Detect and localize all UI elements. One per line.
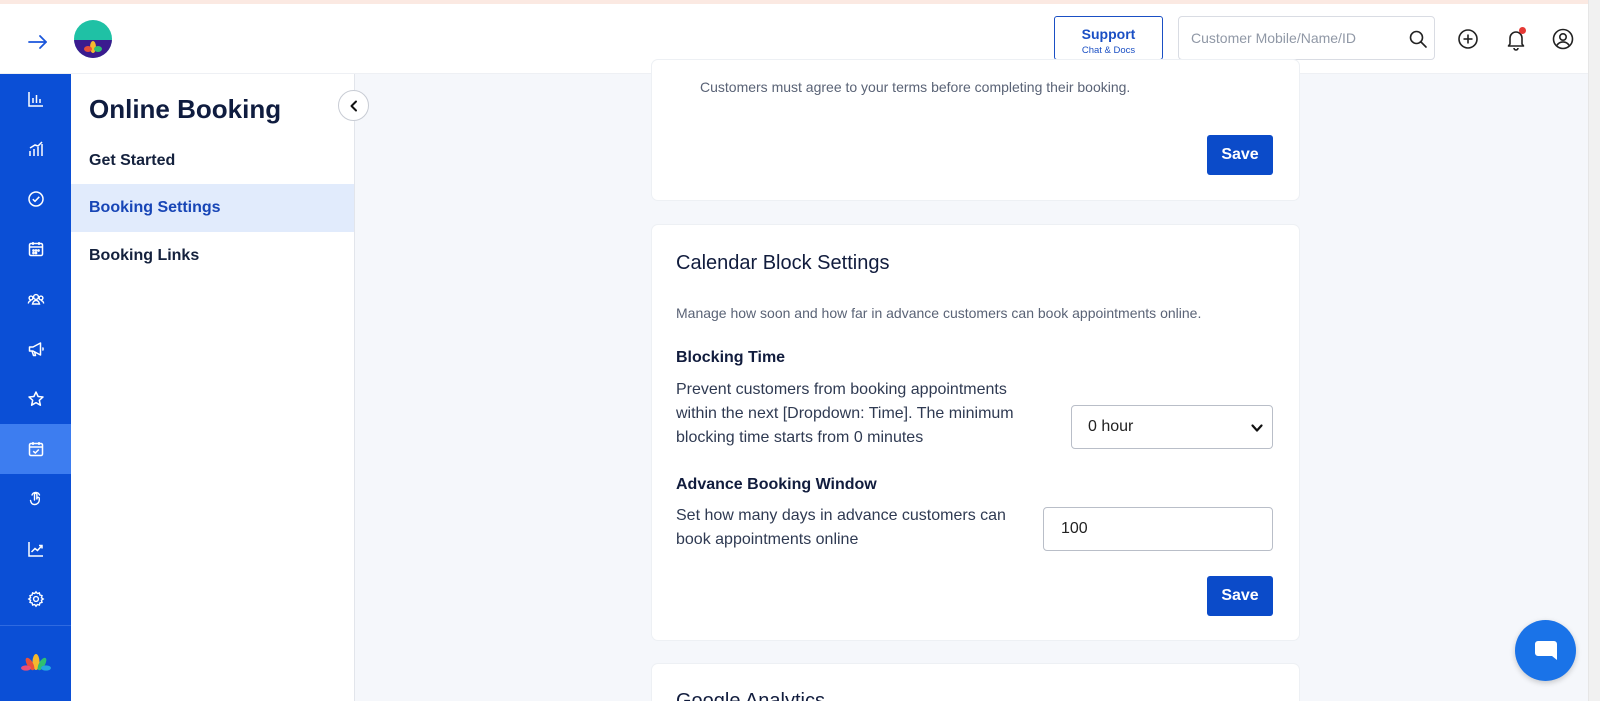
expand-sidebar-arrow-icon[interactable] [26,32,50,52]
icon-navigation [0,74,71,701]
page-title: Online Booking [89,94,282,124]
touch-icon [29,491,40,506]
advance-window-input[interactable] [1043,507,1273,551]
nav-insights[interactable] [0,524,71,574]
chevron-down-icon [1251,424,1263,432]
iconbar-divider [0,625,71,626]
support-title: Support [1081,25,1136,42]
collapse-panel-button[interactable] [338,90,369,121]
nav-marketing[interactable] [0,324,71,374]
terms-save-button[interactable]: Save [1207,135,1273,175]
blocking-time-description: Prevent customers from booking appointme… [676,381,1014,446]
calendar-block-save-button[interactable]: Save [1207,576,1273,616]
sidebar-item-get-started[interactable]: Get Started [71,137,354,185]
star-icon [27,391,44,406]
sidebar-item-booking-settings[interactable]: Booking Settings [71,184,354,232]
search-icon[interactable] [1408,29,1428,49]
support-button[interactable]: Support Chat & Docs [1054,16,1163,60]
page-scrollbar[interactable] [1588,0,1600,701]
customer-search [1178,16,1435,60]
calendar-block-description: Manage how soon and how far in advance c… [676,305,1202,321]
calendar-check-icon [28,442,43,457]
nav-tasks[interactable] [0,174,71,224]
nav-settings[interactable] [0,574,71,624]
google-analytics-title: Google Analytics [676,690,825,701]
blocking-time-select[interactable]: 0 hour [1071,405,1273,449]
analytics-icon [27,92,43,107]
nav-reviews[interactable] [0,374,71,424]
nav-online-booking[interactable] [0,424,71,474]
add-icon[interactable] [1456,27,1480,51]
advance-window-title: Advance Booking Window [676,476,877,493]
reports-icon [28,141,43,156]
calendar-icon [28,242,43,257]
chat-bubble-icon [1534,640,1557,660]
lotus-logo-icon [21,654,51,671]
user-profile-icon[interactable] [1551,27,1575,51]
sidebar-item-booking-links[interactable]: Booking Links [71,232,354,280]
settings-side-panel: Online Booking Get Started Booking Setti… [71,74,355,701]
terms-description: Customers must agree to your terms befor… [700,79,1131,95]
blocking-time-title: Blocking Time [676,349,786,366]
nav-customers[interactable] [0,274,71,324]
customers-icon [27,293,44,305]
check-circle-icon [27,191,44,207]
chat-button[interactable] [1515,620,1576,681]
blocking-time-value: 0 hour [1088,418,1134,435]
calendar-block-title: Calendar Block Settings [676,252,890,274]
advance-window-description: Set how many days in advance customers c… [676,507,1006,548]
calendar-block-settings-card: Calendar Block Settings Manage how soon … [652,225,1299,640]
nav-reports[interactable] [0,124,71,174]
nav-analytics[interactable] [0,74,71,124]
trend-icon [27,542,43,557]
lotus-icon [84,41,102,53]
brand-logo[interactable] [74,20,112,58]
terms-card: Customers must agree to your terms befor… [652,60,1299,200]
megaphone-icon [28,342,44,357]
google-analytics-card: Google Analytics [652,664,1299,701]
nav-engagement[interactable] [0,474,71,524]
notification-dot [1519,27,1526,34]
support-subtitle: Chat & Docs [1081,44,1136,56]
notifications-button[interactable] [1504,27,1528,51]
customer-search-input[interactable] [1191,25,1396,51]
nav-calendar[interactable] [0,224,71,274]
gear-icon [27,590,44,608]
chevron-left-icon [350,100,357,111]
